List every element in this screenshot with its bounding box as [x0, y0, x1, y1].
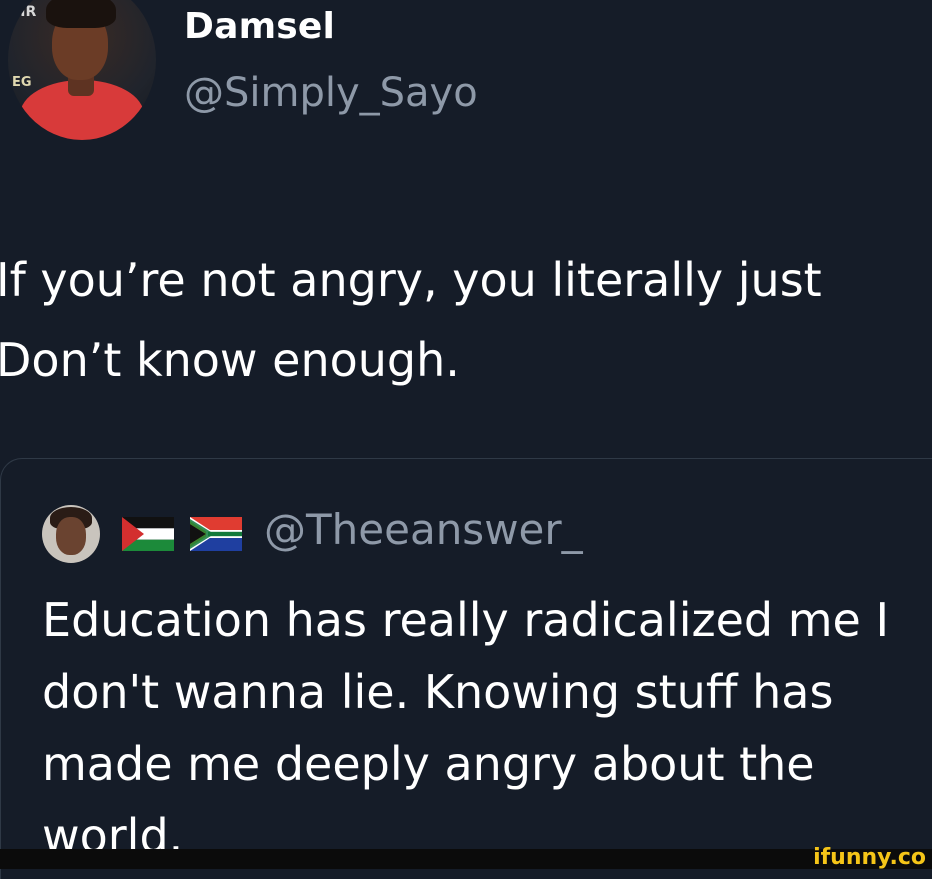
display-name[interactable]: Damsel	[184, 6, 335, 47]
ifunny-watermark: ifunny.co	[813, 845, 926, 870]
palestine-flag-icon	[122, 517, 174, 551]
tweet-text-line: Don’t know enough.	[0, 333, 460, 387]
avatar-background-sign-left: EG	[12, 75, 32, 90]
watermark-bar	[0, 849, 932, 869]
quoted-text-line: Education has really radicalized me I	[42, 593, 890, 647]
quoted-tweet-text: Education has really radicalized me I do…	[42, 584, 932, 872]
quoted-user-handle[interactable]: @Theeanswer_	[264, 505, 583, 554]
profile-avatar[interactable]: CIR EG	[8, 0, 156, 140]
avatar-hair	[46, 0, 116, 28]
user-handle[interactable]: @Simply_Sayo	[184, 70, 478, 116]
quoted-user-avatar[interactable]	[42, 505, 100, 563]
quoted-text-line: don't wanna lie. Knowing stuff has	[42, 665, 834, 719]
quoted-text-line: made me deeply angry about the	[42, 737, 815, 791]
quoted-avatar-face	[56, 517, 86, 555]
tweet-text-line: If you’re not angry, you literally just	[0, 253, 822, 307]
tweet-text: If you’re not angry, you literally just …	[0, 240, 932, 400]
avatar-background-sign-top: CIR	[10, 4, 37, 20]
south-africa-flag-icon	[190, 517, 242, 551]
